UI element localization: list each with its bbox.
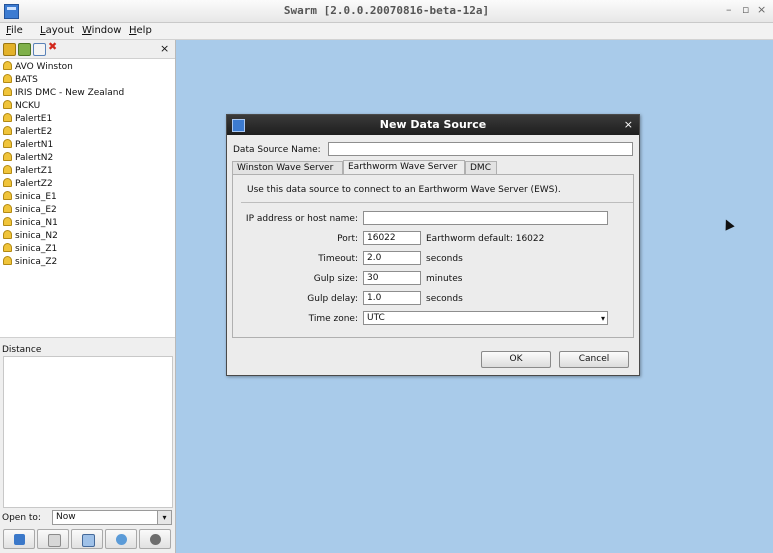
menu-file[interactable]: File	[6, 25, 23, 36]
menu-layout[interactable]: Layout	[40, 25, 74, 36]
tree-item[interactable]: sinica_N1	[3, 217, 58, 229]
collapse-icon[interactable]	[33, 43, 46, 56]
server-icon	[3, 217, 12, 226]
menu-help[interactable]: Help	[129, 25, 152, 36]
menu-window[interactable]: Window	[82, 25, 121, 36]
timeout-label: Timeout:	[318, 254, 358, 264]
server-icon	[3, 165, 12, 174]
server-icon	[3, 256, 12, 265]
gulp-delay-label: Gulp delay:	[307, 294, 358, 304]
tree-item[interactable]: sinica_E1	[3, 191, 57, 203]
time-zone-select[interactable]: UTC ▾	[363, 311, 608, 325]
tree-toolbar: ✖ ×	[0, 40, 175, 58]
close-window-button[interactable]: ×	[757, 3, 766, 16]
server-icon	[3, 152, 12, 161]
server-icon	[3, 87, 12, 96]
clipboard-button[interactable]	[37, 529, 69, 549]
server-icon	[3, 126, 12, 135]
data-source-tree: AVO Winston BATS IRIS DMC - New Zealand …	[0, 58, 175, 338]
window-titlebar: Swarm [2.0.0.20070816-beta-12a] – ▫ ×	[0, 0, 773, 23]
timeout-unit: seconds	[426, 254, 463, 264]
tree-item[interactable]: IRIS DMC - New Zealand	[3, 87, 124, 99]
new-source-icon[interactable]	[18, 43, 31, 56]
helicorder-button[interactable]	[3, 529, 35, 549]
tree-item[interactable]: NCKU	[3, 100, 40, 112]
server-icon	[3, 74, 12, 83]
chevron-down-icon: ▾	[600, 314, 605, 323]
port-input[interactable]	[363, 231, 421, 245]
divider	[241, 202, 633, 203]
open-to-select[interactable]: Now ▾	[52, 510, 172, 525]
server-icon	[3, 178, 12, 187]
record-button[interactable]	[139, 529, 171, 549]
window-title: Swarm [2.0.0.20070816-beta-12a]	[283, 4, 490, 17]
tree-item[interactable]: PalertZ2	[3, 178, 53, 190]
time-zone-value: UTC	[367, 313, 385, 323]
tree-item[interactable]: AVO Winston	[3, 61, 73, 73]
host-label: IP address or host name:	[245, 214, 358, 224]
maximize-button[interactable]: ▫	[742, 3, 749, 16]
server-icon	[3, 230, 12, 239]
distance-list[interactable]	[3, 356, 173, 508]
server-icon	[3, 204, 12, 213]
time-zone-label: Time zone:	[308, 314, 358, 324]
tab-dmc[interactable]: DMC	[465, 161, 497, 175]
server-icon	[3, 113, 12, 122]
tree-item[interactable]: BATS	[3, 74, 38, 86]
open-to-label: Open to:	[2, 513, 41, 523]
tree-item[interactable]: PalertN2	[3, 152, 53, 164]
chevron-down-icon: ▾	[157, 511, 171, 524]
tab-winston-wave-server[interactable]: Winston Wave Server	[232, 161, 343, 175]
gulp-delay-input[interactable]	[363, 291, 421, 305]
record-icon	[150, 534, 161, 545]
bottom-toolbar	[0, 528, 175, 550]
delete-source-icon[interactable]: ✖	[48, 41, 59, 53]
distance-label: Distance	[2, 345, 42, 355]
data-source-name-input[interactable]	[328, 142, 633, 156]
clipboard-icon	[48, 534, 61, 547]
server-icon	[3, 100, 12, 109]
host-input[interactable]	[363, 211, 608, 225]
new-data-source-dialog: New Data Source × Data Source Name: Wins…	[226, 114, 640, 376]
timeout-input[interactable]	[363, 251, 421, 265]
monitor-button[interactable]	[71, 529, 103, 549]
tree-item[interactable]: sinica_Z2	[3, 256, 57, 268]
menubar: File Layout Window Help	[0, 23, 773, 40]
server-icon	[3, 139, 12, 148]
port-label: Port:	[337, 234, 358, 244]
port-default-note: Earthworm default: 16022	[426, 234, 545, 244]
ok-button[interactable]: OK	[481, 351, 551, 368]
server-icon	[3, 191, 12, 200]
server-icon	[3, 243, 12, 252]
helicorder-icon	[14, 534, 25, 545]
close-panel-icon[interactable]: ×	[160, 42, 169, 55]
data-source-panel: ✖ × AVO Winston BATS IRIS DMC - New Zeal…	[0, 40, 176, 553]
close-dialog-button[interactable]: ×	[624, 118, 633, 131]
tree-item[interactable]: PalertZ1	[3, 165, 53, 177]
ews-description: Use this data source to connect to an Ea…	[247, 185, 561, 195]
data-source-name-label: Data Source Name:	[233, 145, 321, 155]
gulp-delay-unit: seconds	[426, 294, 463, 304]
gulp-size-unit: minutes	[426, 274, 463, 284]
globe-icon	[116, 534, 127, 545]
monitor-icon	[82, 534, 95, 547]
gulp-size-label: Gulp size:	[313, 274, 358, 284]
gulp-size-input[interactable]	[363, 271, 421, 285]
tree-item[interactable]: sinica_Z1	[3, 243, 57, 255]
dialog-titlebar: New Data Source ×	[227, 115, 639, 135]
map-button[interactable]	[105, 529, 137, 549]
dialog-title: New Data Source	[379, 118, 487, 131]
tree-item[interactable]: sinica_E2	[3, 204, 57, 216]
tree-item[interactable]: sinica_N2	[3, 230, 58, 242]
server-icon	[3, 61, 12, 70]
tree-item[interactable]: PalertE1	[3, 113, 52, 125]
minimize-button[interactable]: –	[726, 3, 732, 16]
open-to-value: Now	[56, 512, 76, 522]
cancel-button[interactable]: Cancel	[559, 351, 629, 368]
tab-earthworm-wave-server[interactable]: Earthworm Wave Server	[343, 160, 465, 175]
tree-item[interactable]: PalertE2	[3, 126, 52, 138]
open-source-icon[interactable]	[3, 43, 16, 56]
tree-item[interactable]: PalertN1	[3, 139, 53, 151]
